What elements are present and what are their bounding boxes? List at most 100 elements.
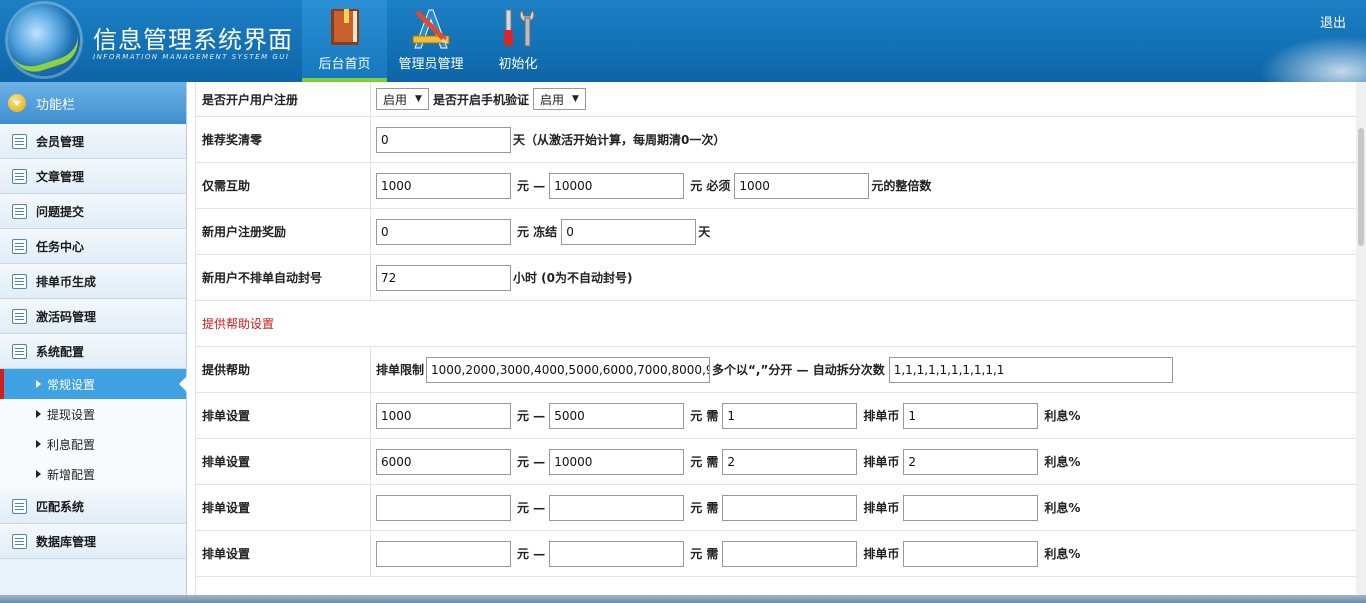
caret-right-icon [36,440,41,448]
sidebar: 功能栏 会员管理 文章管理 问题提交 任务中心 排单币生成 激活码管理 系统配置… [0,82,187,603]
sidebar-subitem-general[interactable]: 常规设置 [0,369,187,399]
mutual-multiple-input[interactable] [734,172,870,199]
row-suffix: 天（从激活开始计算，每周期清0一次） [513,133,726,147]
order-need-input[interactable] [722,494,858,521]
order-to-input[interactable] [549,494,685,521]
sidebar-item-database[interactable]: 数据库管理 [0,524,186,559]
form-row-order-3: 排单设置 元 — 元 需 排单币 利息% [196,485,1356,531]
sidebar-item-matching[interactable]: 匹配系统 [0,489,186,524]
pencil-ruler-icon [407,6,455,54]
order-limit-input[interactable] [426,356,711,383]
logout-link[interactable]: 退出 [1320,12,1346,31]
app-title: 信息管理系统界面 [93,26,293,54]
auto-split-input[interactable] [888,356,1173,383]
form-row-order-2: 排单设置 元 — 元 需 排单币 利息% [196,439,1356,485]
form-row-order-4: 排单设置 元 — 元 需 排单币 利息% [196,531,1356,577]
order-interest-input[interactable] [903,494,1039,521]
form-row-mutual: 仅需互助 元 — 元 必须 元的整倍数 [196,163,1356,209]
order-interest-input[interactable] [903,402,1039,429]
nav-init-label: 初始化 [498,57,538,72]
phone-verify-select[interactable]: 启用 ▼ [532,88,586,110]
row-label: 是否开户用户注册 [196,82,371,116]
chevron-down-icon [8,94,26,112]
order-need-input[interactable] [722,448,858,475]
form-row-order-1: 排单设置 元 — 元 需 排单币 利息% [196,393,1356,439]
os-taskbar-strip [0,595,1366,603]
row-label: 仅需互助 [196,163,371,208]
sidebar-item-activation[interactable]: 激活码管理 [0,299,186,334]
caret-right-icon [36,380,41,388]
nav-admin[interactable]: 管理员管理 [390,0,472,82]
freeze-days-input[interactable] [561,218,697,245]
order-to-input[interactable] [549,448,685,475]
form-row-reward-clear: 推荐奖清零 天（从激活开始计算，每周期清0一次） [196,117,1356,163]
form-row-register: 是否开户用户注册 启用 ▼ 是否开启手机验证 启用 ▼ [196,82,1356,117]
sidebar-item-articles[interactable]: 文章管理 [0,159,186,194]
order-from-input[interactable] [376,540,511,567]
list-icon [12,133,27,149]
chevron-down-icon: ▼ [415,94,422,104]
order-from-input[interactable] [376,402,511,429]
calendar-icon [12,533,27,549]
nav-admin-label: 管理员管理 [398,57,464,72]
row-label: 新用户不排单自动封号 [196,255,371,300]
row-label: 排单设置 [196,439,371,484]
scrollbar-thumb[interactable] [1358,128,1364,246]
row-label: 提供帮助 [196,347,371,392]
new-reward-input[interactable] [376,218,511,245]
caret-right-icon [36,410,41,418]
nav-home-label: 后台首页 [318,57,371,72]
sidebar-subitem-new[interactable]: 新增配置 [0,459,186,489]
register-select[interactable]: 启用 ▼ [376,88,429,110]
form-row-new-reward: 新用户注册奖励 元 冻结 天 [196,209,1356,255]
mutual-to-input[interactable] [549,172,685,199]
order-need-input[interactable] [722,402,858,429]
settings-form: 是否开户用户注册 启用▼ 是否开启手机验证 启用▼ 推荐奖清零 天（从激活开始计… [195,82,1356,603]
sidebar-item-members[interactable]: 会员管理 [0,124,186,159]
calendar-icon [12,308,27,324]
sidebar-item-tasks[interactable]: 任务中心 [0,229,186,264]
calendar-icon [12,343,27,359]
order-interest-input[interactable] [903,448,1039,475]
app-subtitle: INFORMATION MANAGEMENT SYSTEM GUI [93,53,290,61]
sidebar-title: 功能栏 [36,97,76,113]
row-label: 排单设置 [196,531,371,576]
tools-icon [498,6,538,54]
row-label: 推荐奖清零 [196,117,371,162]
calendar-icon [12,498,27,514]
mutual-from-input[interactable] [376,172,511,199]
order-need-input[interactable] [722,540,858,567]
form-row-auto-block: 新用户不排单自动封号 小时 (0为不自动封号) [196,255,1356,301]
order-from-input[interactable] [376,448,511,475]
row-label: 排单设置 [196,485,371,530]
nav-init[interactable]: 初始化 [480,0,556,82]
phone-verify-label: 是否开启手机验证 [432,92,529,107]
sidebar-header[interactable]: 功能栏 [0,82,186,124]
auto-block-hours-input[interactable] [376,264,511,291]
order-interest-input[interactable] [903,540,1039,567]
edit-icon [12,238,27,254]
sidebar-item-system-config[interactable]: 系统配置 [0,334,186,369]
header-wave-decoration [1246,30,1366,82]
caret-right-icon [36,470,41,478]
row-label: 新用户注册奖励 [196,209,371,254]
edit-icon [12,203,27,219]
book-icon [325,6,365,52]
reward-clear-input[interactable] [376,126,511,153]
nav-home[interactable]: 后台首页 [302,0,387,82]
row-label: 排单设置 [196,393,371,438]
edit-icon [12,168,27,184]
chevron-down-icon: ▼ [571,94,579,104]
sidebar-subitem-interest[interactable]: 利息配置 [0,429,186,459]
header: 信息管理系统界面 INFORMATION MANAGEMENT SYSTEM G… [0,0,1366,82]
order-to-input[interactable] [549,402,685,429]
form-row-provide-help: 提供帮助 排单限制 多个以“,”分开 — 自动拆分次数 [196,347,1356,393]
vertical-scrollbar[interactable] [1356,82,1366,603]
calendar-icon [12,273,27,289]
sidebar-subitem-withdraw[interactable]: 提现设置 [0,399,186,429]
section-title: 提供帮助设置 [196,301,1356,347]
sidebar-item-coin-gen[interactable]: 排单币生成 [0,264,186,299]
order-from-input[interactable] [376,494,511,521]
order-to-input[interactable] [549,540,685,567]
sidebar-item-questions[interactable]: 问题提交 [0,194,186,229]
